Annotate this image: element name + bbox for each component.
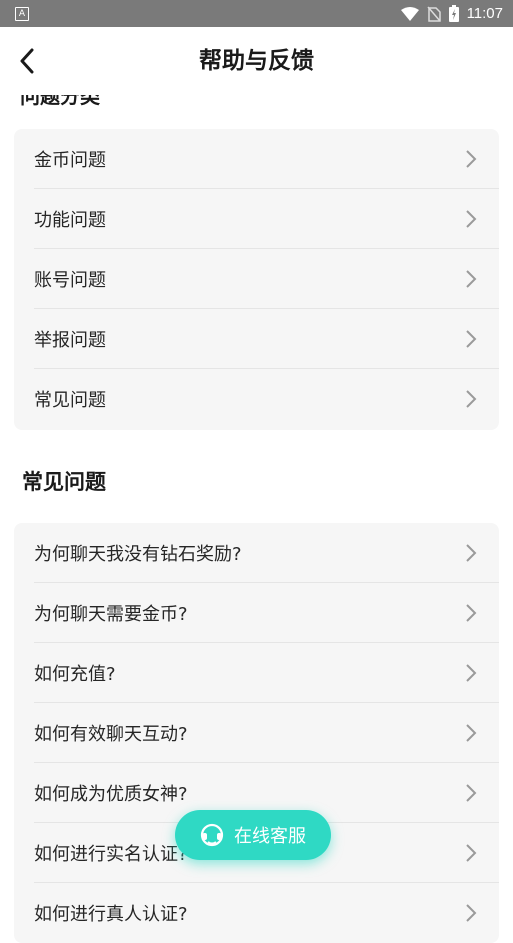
online-service-button[interactable]: 在线客服 xyxy=(175,810,331,860)
list-item-account[interactable]: 账号问题 xyxy=(34,249,499,309)
list-item-report[interactable]: 举报问题 xyxy=(34,309,499,369)
list-item-label: 金币问题 xyxy=(34,149,106,171)
faq-item-person-verify[interactable]: 如何进行真人认证? xyxy=(34,883,499,943)
list-item-label: 常见问题 xyxy=(34,390,106,411)
list-item-common[interactable]: 常见问题 xyxy=(34,369,499,429)
app-notification-icon: A xyxy=(15,7,29,21)
chevron-right-icon xyxy=(466,843,477,862)
chevron-right-icon xyxy=(466,543,477,562)
list-item-function[interactable]: 功能问题 xyxy=(34,189,499,249)
list-item-label: 如何进行真人认证? xyxy=(34,904,188,925)
chevron-right-icon xyxy=(466,390,477,408)
chevron-left-icon xyxy=(20,48,34,74)
chevron-right-icon xyxy=(466,723,477,742)
header: 帮助与反馈 xyxy=(0,27,513,95)
list-item-coin[interactable]: 金币问题 xyxy=(34,129,499,189)
chevron-right-icon xyxy=(466,329,477,348)
category-card: 金币问题 功能问题 账号问题 举报问题 常见问题 xyxy=(14,129,499,430)
online-service-label: 在线客服 xyxy=(234,826,306,847)
chevron-right-icon xyxy=(466,783,477,802)
list-item-label: 如何成为优质女神? xyxy=(34,783,188,805)
chevron-right-icon xyxy=(466,149,477,168)
page-title: 帮助与反馈 xyxy=(199,48,314,74)
headset-icon xyxy=(200,823,224,847)
list-item-label: 功能问题 xyxy=(34,209,106,231)
chevron-right-icon xyxy=(466,269,477,288)
list-item-label: 如何有效聊天互动? xyxy=(34,723,188,745)
faq-item-diamond-reward[interactable]: 为何聊天我没有钻石奖励? xyxy=(34,523,499,583)
wifi-icon xyxy=(400,6,419,21)
faq-item-recharge[interactable]: 如何充值? xyxy=(34,643,499,703)
list-item-label: 如何进行实名认证? xyxy=(34,843,188,865)
list-item-label: 如何充值? xyxy=(34,663,116,685)
faq-item-chat-coins[interactable]: 为何聊天需要金币? xyxy=(34,583,499,643)
chevron-right-icon xyxy=(466,603,477,622)
no-sim-icon xyxy=(426,6,441,22)
chevron-right-icon xyxy=(466,663,477,682)
back-button[interactable] xyxy=(12,46,42,76)
list-item-label: 为何聊天需要金币? xyxy=(34,603,188,625)
status-bar: A 11:07 xyxy=(0,0,513,27)
faq-section-title: 常见问题 xyxy=(22,470,106,494)
chevron-right-icon xyxy=(466,904,477,922)
battery-charging-icon xyxy=(448,5,459,22)
chevron-right-icon xyxy=(466,209,477,228)
faq-card: 为何聊天我没有钻石奖励? 为何聊天需要金币? 如何充值? 如何有效聊天互动? 如… xyxy=(14,523,499,943)
list-item-label: 为何聊天我没有钻石奖励? xyxy=(34,543,242,565)
status-time: 11:07 xyxy=(466,5,503,22)
list-item-label: 账号问题 xyxy=(34,269,106,291)
list-item-label: 举报问题 xyxy=(34,329,106,351)
faq-item-effective-chat[interactable]: 如何有效聊天互动? xyxy=(34,703,499,763)
status-indicators: 11:07 xyxy=(400,0,503,27)
